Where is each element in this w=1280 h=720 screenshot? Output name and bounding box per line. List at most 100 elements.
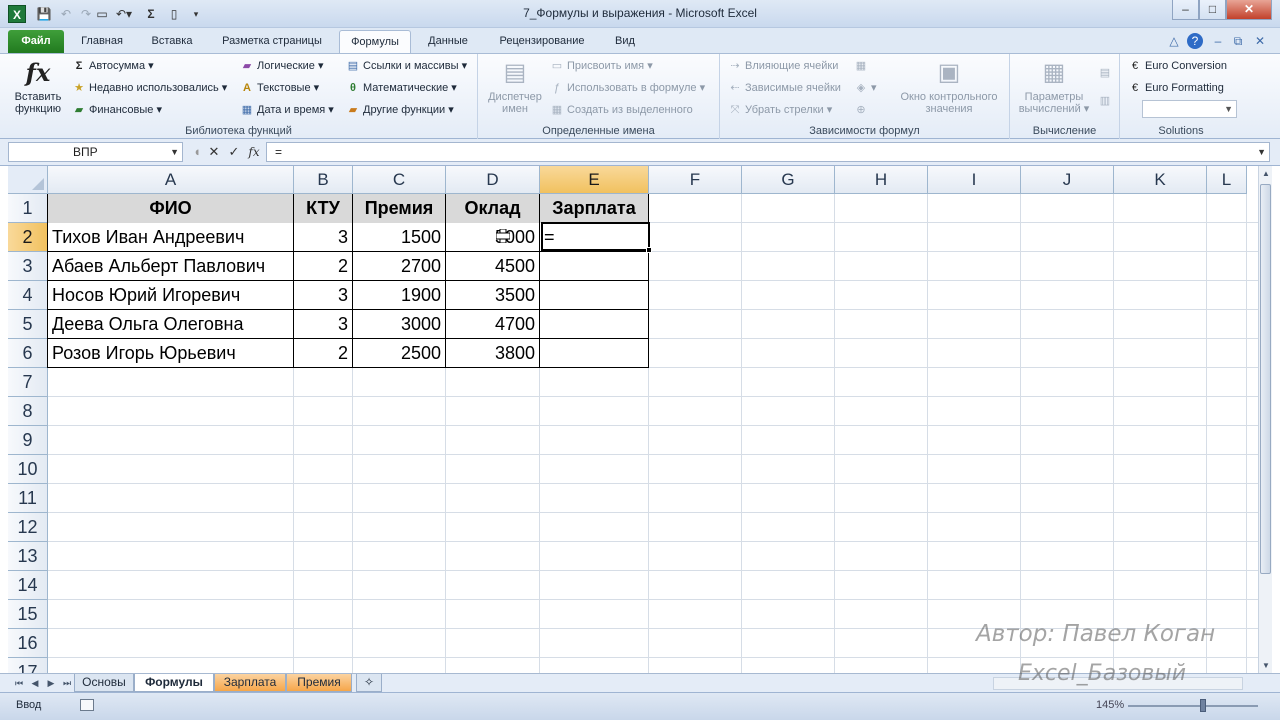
cell-c5[interactable]: 3000 (353, 310, 445, 339)
tab-file[interactable]: Файл (8, 30, 64, 53)
help-icon[interactable]: ? (1187, 33, 1203, 49)
formula-input[interactable]: = ▼ (266, 142, 1270, 162)
cell-e3[interactable] (540, 252, 648, 281)
cancel-entry-button[interactable]: ✕ (205, 143, 223, 161)
column-header-e[interactable]: E (540, 166, 649, 194)
euro-format-dropdown[interactable]: ▼ (1142, 100, 1237, 118)
last-sheet-icon[interactable]: ⏭ (60, 676, 74, 690)
cell-c6[interactable]: 2500 (353, 339, 445, 368)
row-header-7[interactable]: 7 (8, 368, 48, 397)
autosum-button[interactable]: Σ Автосумма ▾ (72, 57, 154, 75)
row-header-3[interactable]: 3 (8, 252, 48, 281)
cell-a1[interactable]: ФИО (48, 194, 293, 223)
prev-sheet-icon[interactable]: ◀ (28, 676, 42, 690)
tab-review[interactable]: Рецензирование (486, 30, 598, 53)
fill-handle[interactable] (646, 247, 652, 253)
create-from-selection-button[interactable]: ▦ Создать из выделенного (550, 101, 693, 119)
row-header-5[interactable]: 5 (8, 310, 48, 339)
minimize-button[interactable]: – (1172, 0, 1199, 20)
zoom-slider-thumb[interactable] (1200, 699, 1206, 712)
active-cell-e2[interactable] (541, 222, 650, 251)
calculation-options-button[interactable]: ▦ Параметры вычислений ▾ (1014, 58, 1094, 115)
close-button[interactable]: ✕ (1226, 0, 1272, 20)
evaluate-formula-icon[interactable]: ⊕ (854, 101, 871, 119)
text-functions-button[interactable]: A Текстовые ▾ (240, 79, 319, 97)
ribbon-minimize-icon[interactable]: △ (1166, 33, 1182, 49)
scroll-down-icon[interactable]: ▼ (1262, 661, 1270, 670)
cell-e6[interactable] (540, 339, 648, 368)
column-header-c[interactable]: C (353, 166, 446, 194)
row-header-14[interactable]: 14 (8, 571, 48, 600)
logical-button[interactable]: ▰ Логические ▾ (240, 57, 324, 75)
cell-e5[interactable] (540, 310, 648, 339)
remove-arrows-button[interactable]: ⤧ Убрать стрелки ▾ (728, 101, 833, 119)
cell-c3[interactable]: 2700 (353, 252, 445, 281)
column-header-k[interactable]: K (1114, 166, 1207, 194)
column-header-g[interactable]: G (742, 166, 835, 194)
cell-d2[interactable]: 5000 (446, 223, 539, 252)
recent-functions-button[interactable]: ★ Недавно использовались ▾ (72, 79, 227, 97)
enter-button[interactable]: ✓ (225, 143, 243, 161)
row-header-8[interactable]: 8 (8, 397, 48, 426)
scroll-up-icon[interactable]: ▲ (1262, 169, 1270, 178)
trace-precedents-button[interactable]: ⇢ Влияющие ячейки (728, 57, 838, 75)
select-all-button[interactable] (8, 166, 48, 194)
tab-view[interactable]: Вид (604, 30, 646, 53)
row-header-4[interactable]: 4 (8, 281, 48, 310)
cell-d3[interactable]: 4500 (446, 252, 539, 281)
sheet-tab-zarplata[interactable]: Зарплата (214, 674, 286, 692)
cell-b1[interactable]: КТУ (294, 194, 352, 223)
calculate-now-icon[interactable]: ▤ (1098, 64, 1115, 82)
row-header-10[interactable]: 10 (8, 455, 48, 484)
zoom-slider[interactable] (1128, 705, 1258, 707)
name-box[interactable]: ВПР ▼ (8, 142, 183, 162)
use-in-formula-button[interactable]: ƒ Использовать в формуле ▾ (550, 79, 705, 97)
column-header-a[interactable]: A (48, 166, 294, 194)
tab-home[interactable]: Главная (70, 30, 134, 53)
cell-b4[interactable]: 3 (294, 281, 352, 310)
row-header-9[interactable]: 9 (8, 426, 48, 455)
other-functions-button[interactable]: ▰ Другие функции ▾ (346, 101, 454, 119)
calculate-sheet-icon[interactable]: ▥ (1098, 92, 1115, 110)
cell-a5[interactable]: Деева Ольга Олеговна (48, 310, 293, 339)
sheet-tab-premiya[interactable]: Премия (286, 674, 352, 692)
cell-e1[interactable]: Зарплата (540, 194, 648, 223)
euro-conversion-button[interactable]: € Euro Conversion (1128, 57, 1227, 75)
row-header-12[interactable]: 12 (8, 513, 48, 542)
cell-e4[interactable] (540, 281, 648, 310)
watch-window-button[interactable]: ▣ Окно контрольного значения (890, 58, 1008, 115)
row-header-2[interactable]: 2 (8, 223, 48, 252)
cell-c2[interactable]: 1500 (353, 223, 445, 252)
column-header-d[interactable]: D (446, 166, 540, 194)
euro-formatting-button[interactable]: € Euro Formatting (1128, 79, 1224, 97)
maximize-button[interactable]: □ (1199, 0, 1226, 20)
trace-dependents-button[interactable]: ⇠ Зависимые ячейки (728, 79, 841, 97)
row-header-6[interactable]: 6 (8, 339, 48, 368)
math-button[interactable]: θ Математические ▾ (346, 79, 457, 97)
tab-insert[interactable]: Вставка (140, 30, 204, 53)
column-header-f[interactable]: F (649, 166, 742, 194)
row-header-15[interactable]: 15 (8, 600, 48, 629)
cell-b6[interactable]: 2 (294, 339, 352, 368)
macro-record-icon[interactable] (80, 699, 94, 711)
row-header-13[interactable]: 13 (8, 542, 48, 571)
column-header-l[interactable]: L (1207, 166, 1247, 194)
cell-a4[interactable]: Носов Юрий Игоревич (48, 281, 293, 310)
tab-data[interactable]: Данные (417, 30, 479, 53)
cell-a3[interactable]: Абаев Альберт Павлович (48, 252, 293, 281)
column-header-h[interactable]: H (835, 166, 928, 194)
row-header-11[interactable]: 11 (8, 484, 48, 513)
cell-c1[interactable]: Премия (353, 194, 445, 223)
cell-d1[interactable]: Оклад (446, 194, 539, 223)
error-checking-icon[interactable]: ◈ ▾ (854, 79, 877, 97)
chevron-down-icon[interactable]: ▼ (170, 143, 179, 161)
row-header-16[interactable]: 16 (8, 629, 48, 658)
datetime-button[interactable]: ▦ Дата и время ▾ (240, 101, 334, 119)
vertical-scrollbar[interactable]: ▲ ▼ (1258, 166, 1272, 673)
lookup-button[interactable]: ▤ Ссылки и массивы ▾ (346, 57, 467, 75)
tab-page-layout[interactable]: Разметка страницы (210, 30, 334, 53)
sheet-tab-formuly[interactable]: Формулы (134, 674, 214, 692)
cell-d5[interactable]: 4700 (446, 310, 539, 339)
insert-sheet-icon[interactable]: ✧ (356, 674, 382, 692)
workbook-close-button[interactable]: ✕ (1252, 33, 1268, 49)
